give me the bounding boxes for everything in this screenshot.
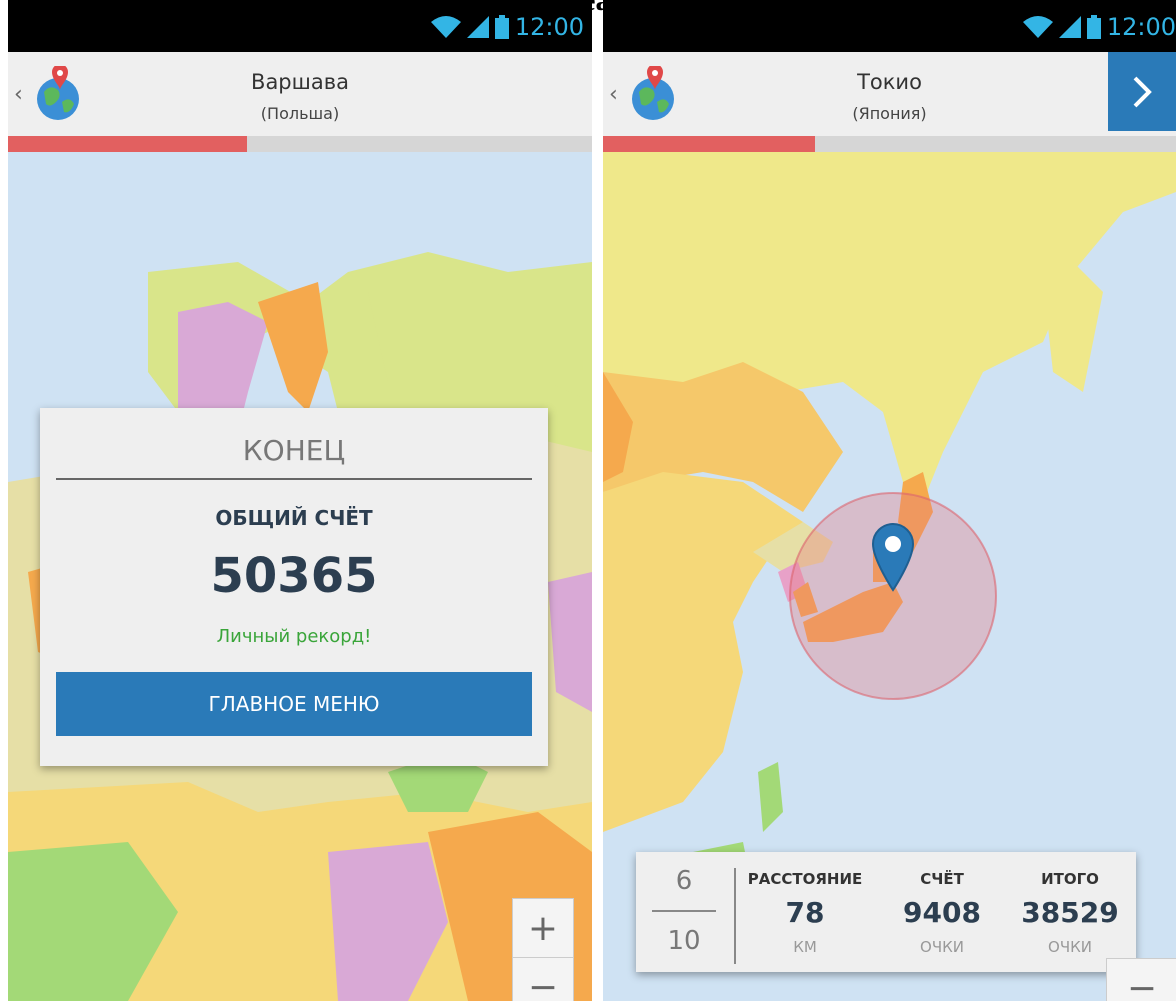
app-bar: ‹ Токио (Япония) (603, 52, 1176, 136)
battery-icon (1086, 15, 1101, 39)
total-score-label: ОБЩИЙ СЧЁТ (215, 506, 373, 530)
city-name: Токио (857, 70, 922, 94)
score-column: СЧЁТ 9408 ОЧКИ (888, 852, 996, 972)
round-number: 6 (675, 866, 693, 896)
progress-bar (603, 136, 1176, 152)
zoom-out-button[interactable]: − (513, 958, 573, 1001)
round-result-panel: 6 10 РАССТОЯНИЕ 78 КМ СЧЁТ 9408 ОЧКИ ИТО… (636, 852, 1136, 972)
total-column: ИТОГО 38529 ОЧКИ (1008, 852, 1132, 972)
wifi-icon (1022, 16, 1053, 38)
page-title: Geography Learning Game (411, 0, 765, 17)
round-separator (734, 868, 736, 964)
phone-screen-round: 12:00 ‹ Токио (Япония) 6 10 РАССТОЯНИЕ 7… (603, 0, 1176, 1001)
zoom-out-button[interactable]: − (1107, 959, 1176, 1001)
wifi-icon (430, 16, 461, 38)
score-value: 9408 (903, 896, 981, 929)
location-pin-icon (871, 523, 915, 592)
total-label: ИТОГО (1041, 870, 1099, 888)
chevron-right-icon (1133, 76, 1152, 107)
phone-screen-end: 12:00 ‹ Варшава (Польша) КОНЕЦ ОБЩИЙ СЧЁ… (8, 0, 592, 1001)
distance-value: 78 (785, 896, 825, 929)
round-divider (652, 910, 716, 912)
progress-fill (603, 136, 815, 152)
total-unit: ОЧКИ (1048, 938, 1092, 956)
progress-fill (8, 136, 248, 152)
main-menu-button[interactable]: ГЛАВНОЕ МЕНЮ (56, 672, 532, 736)
country-name: (Япония) (852, 104, 927, 123)
round-counter: 6 10 (636, 852, 732, 972)
progress-bar (8, 136, 592, 152)
zoom-controls: − (1106, 958, 1176, 1001)
country-name: (Польша) (260, 104, 340, 123)
total-value: 38529 (1021, 896, 1119, 929)
zoom-controls: + − (512, 898, 574, 1001)
round-total: 10 (667, 926, 701, 956)
game-over-dialog: КОНЕЦ ОБЩИЙ СЧЁТ 50365 Личный рекорд! ГЛ… (40, 408, 548, 766)
total-score-value: 50365 (210, 548, 378, 604)
score-unit: ОЧКИ (920, 938, 964, 956)
distance-unit: КМ (793, 938, 817, 956)
next-button[interactable] (1108, 52, 1176, 131)
dialog-title: КОНЕЦ (242, 434, 346, 467)
zoom-in-button[interactable]: + (513, 899, 573, 957)
signal-icon (1058, 16, 1081, 38)
personal-record-text: Личный рекорд! (216, 626, 372, 647)
battery-icon (494, 15, 509, 39)
distance-column: РАССТОЯНИЕ 78 КМ (740, 852, 870, 972)
distance-label: РАССТОЯНИЕ (747, 870, 863, 888)
score-label: СЧЁТ (920, 870, 964, 888)
dialog-divider (56, 478, 532, 480)
city-name: Варшава (251, 70, 349, 94)
app-bar: ‹ Варшава (Польша) (8, 52, 592, 136)
signal-icon (466, 16, 489, 38)
